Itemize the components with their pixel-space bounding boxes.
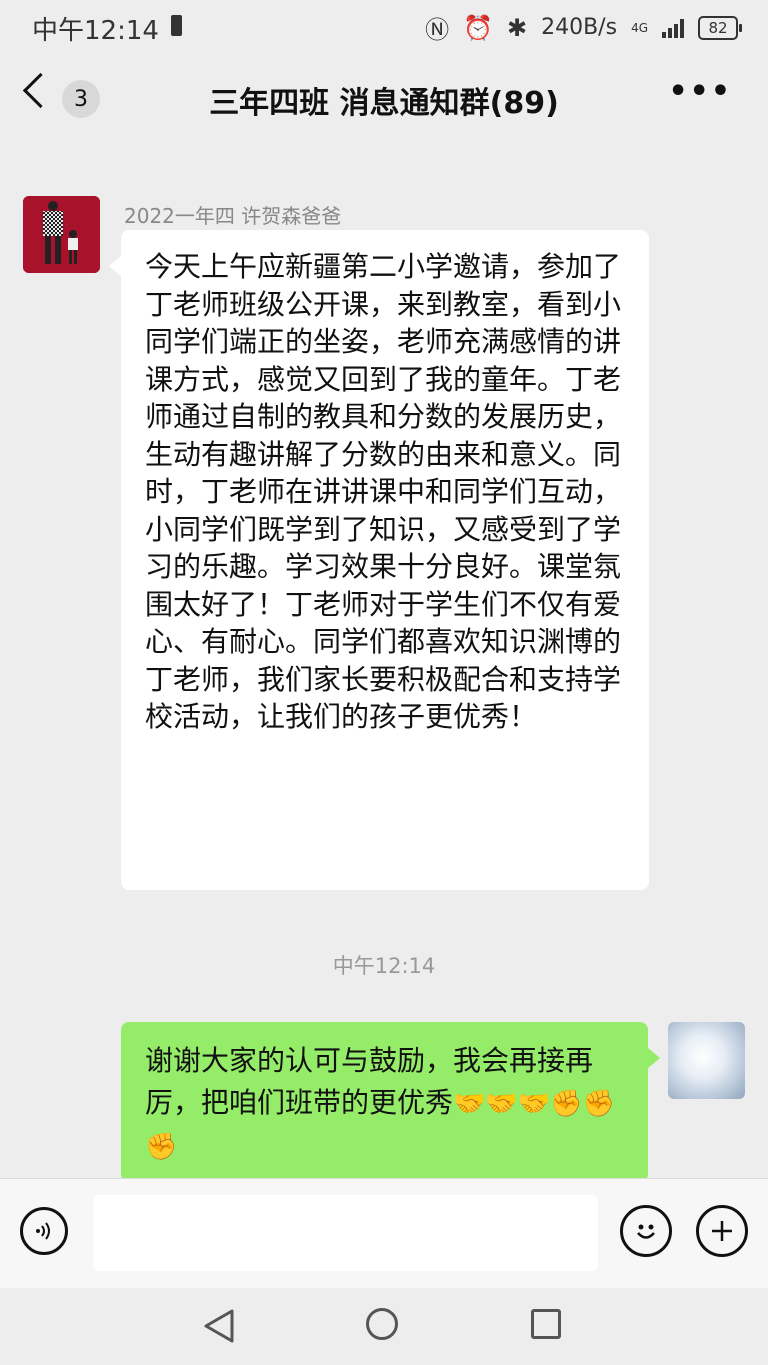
received-message-bubble[interactable]: 今天上午应新疆第二小学邀请，参加了丁老师班级公开课，来到教室，看到小同学们端正的…	[109, 230, 649, 890]
alarm-icon: ⏰	[463, 13, 493, 42]
status-bar: 中午12:14 Ⓝ ⏰ ✱ 240B/s 4G 82	[0, 0, 768, 52]
battery-saver-icon	[171, 15, 182, 36]
nfc-icon: Ⓝ	[425, 16, 450, 44]
sent-message-content: 谢谢大家的认可与鼓励，我会再接再厉，把咱们班带的更优秀🤝🤝🤝✊✊✊	[145, 1040, 630, 1168]
message-text: 今天上午应新疆第二小学邀请，参加了丁老师班级公开课，来到教室，看到小同学们端正的…	[145, 250, 622, 733]
battery-icon: 82	[698, 15, 742, 40]
message-input[interactable]	[93, 1195, 598, 1271]
nav-recent-icon[interactable]	[531, 1309, 561, 1339]
more-icon[interactable]: •••	[668, 74, 732, 109]
sender-name: 2022一年四 许贺森爸爸	[124, 204, 342, 228]
emoji-icon[interactable]	[620, 1205, 672, 1257]
net-speed: 240B/s	[541, 15, 618, 40]
nav-home-icon[interactable]	[366, 1308, 398, 1340]
system-nav-bar	[0, 1288, 768, 1365]
sender-avatar[interactable]	[23, 196, 100, 273]
plus-cross	[712, 1221, 732, 1241]
bluetooth-icon: ✱	[506, 13, 528, 42]
chat-header: 3 三年四班 消息通知群(89) •••	[0, 52, 768, 144]
network-type: 4G	[631, 20, 648, 35]
my-avatar[interactable]	[668, 1022, 745, 1099]
plus-icon[interactable]	[696, 1205, 748, 1257]
signal-icon	[662, 18, 684, 38]
chat-title: 三年四班 消息通知群(89)	[209, 86, 559, 121]
voice-icon[interactable]	[20, 1207, 68, 1255]
status-icons: Ⓝ ⏰ ✱ 240B/s 4G 82	[425, 10, 742, 45]
voice-waves	[36, 1222, 50, 1240]
message-timestamp: 中午12:14	[332, 954, 436, 978]
nav-back-icon[interactable]	[202, 1308, 236, 1344]
status-time: 中午12:14	[32, 16, 159, 46]
sent-message-bubble[interactable]: 谢谢大家的认可与鼓励，我会再接再厉，把咱们班带的更优秀🤝🤝🤝✊✊✊	[121, 1022, 660, 1182]
battery-level: 82	[708, 18, 728, 37]
input-bar	[0, 1178, 768, 1289]
smile-face	[637, 1224, 655, 1239]
avatar-image	[23, 196, 100, 273]
